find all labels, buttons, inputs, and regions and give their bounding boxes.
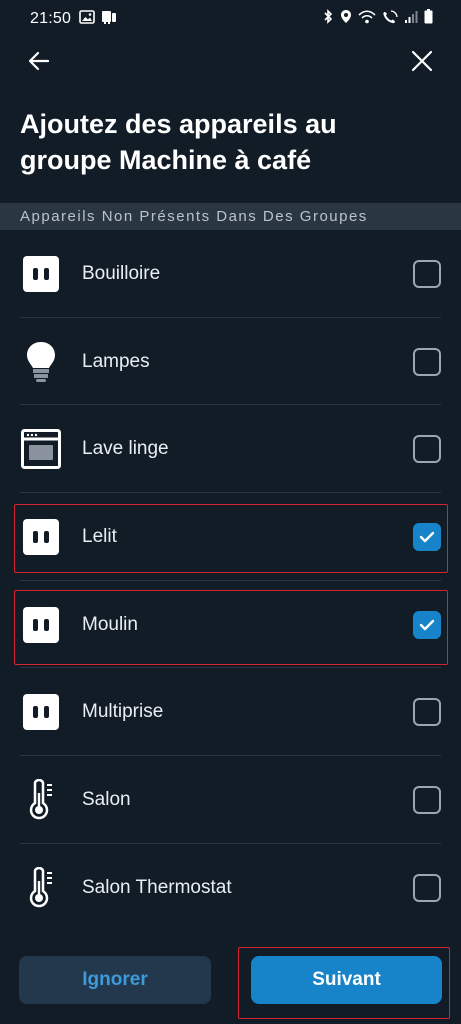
- device-label: Moulin: [82, 613, 138, 635]
- section-header: Appareils Non Présents Dans Des Groupes: [0, 203, 461, 230]
- smart-plug-icon: [20, 253, 62, 295]
- device-label: Salon Thermostat: [82, 876, 232, 898]
- device-label: Lampes: [82, 350, 150, 372]
- device-row-lave-linge[interactable]: Lave linge: [0, 405, 461, 494]
- device-label: Bouilloire: [82, 262, 161, 284]
- device-checkbox[interactable]: [413, 698, 441, 727]
- device-label: Lave linge: [82, 438, 169, 460]
- image-icon: [79, 9, 95, 29]
- close-button[interactable]: [407, 46, 437, 76]
- device-row-lelit[interactable]: Lelit: [0, 493, 461, 581]
- device-row-salon[interactable]: Salon: [0, 756, 461, 844]
- location-icon: [340, 9, 352, 29]
- close-icon: [411, 50, 433, 72]
- device-label: Salon: [82, 788, 131, 810]
- arrow-left-icon: [28, 51, 50, 71]
- wifi-calling-icon: [382, 9, 398, 29]
- device-row-salon-thermostat[interactable]: Salon Thermostat: [0, 844, 461, 932]
- wifi-icon: [358, 9, 376, 29]
- device-checkbox[interactable]: [413, 435, 441, 464]
- check-icon: [419, 619, 435, 630]
- check-icon: [419, 531, 435, 543]
- next-button[interactable]: Suivant: [251, 956, 442, 1004]
- device-checkbox[interactable]: [413, 610, 441, 639]
- signal-icon: [404, 10, 418, 29]
- back-button[interactable]: [24, 46, 54, 76]
- screen: 21:50 Ajoutez des appareils au groupe Ma…: [0, 0, 461, 1024]
- device-checkbox[interactable]: [413, 347, 441, 376]
- ignore-button[interactable]: Ignorer: [19, 956, 211, 1004]
- light-bulb-icon: [20, 341, 62, 383]
- device-checkbox[interactable]: [413, 259, 441, 288]
- smart-plug-icon: [20, 604, 62, 646]
- page-title-line1: Ajoutez des appareils au: [20, 109, 337, 139]
- device-list: Bouilloire Lampes Lave linge Lelit Mouli…: [0, 230, 461, 932]
- page-title-line2: groupe Machine à café: [20, 145, 312, 175]
- device-row-multiprise[interactable]: Multiprise: [0, 668, 461, 757]
- status-time: 21:50: [30, 10, 72, 27]
- smart-plug-icon: [20, 691, 62, 733]
- notification-icon: [101, 10, 117, 29]
- device-label: Multiprise: [82, 701, 164, 723]
- footer: Ignorer Suivant: [0, 942, 461, 1024]
- battery-icon: [424, 9, 433, 29]
- device-checkbox[interactable]: [413, 522, 441, 551]
- thermometer-icon: [20, 778, 62, 821]
- device-checkbox[interactable]: [413, 785, 441, 814]
- device-row-lampes[interactable]: Lampes: [0, 318, 461, 406]
- status-bar: 21:50: [0, 0, 461, 38]
- washing-machine-icon: [20, 428, 62, 470]
- bluetooth-icon: [323, 9, 334, 29]
- device-row-moulin[interactable]: Moulin: [0, 581, 461, 669]
- page-title: Ajoutez des appareils au groupe Machine …: [20, 106, 441, 178]
- top-nav: [0, 40, 461, 80]
- device-row-bouilloire[interactable]: Bouilloire: [0, 230, 461, 318]
- thermometer-icon: [20, 866, 62, 909]
- device-label: Lelit: [82, 525, 117, 547]
- smart-plug-icon: [20, 516, 62, 558]
- device-checkbox[interactable]: [413, 873, 441, 902]
